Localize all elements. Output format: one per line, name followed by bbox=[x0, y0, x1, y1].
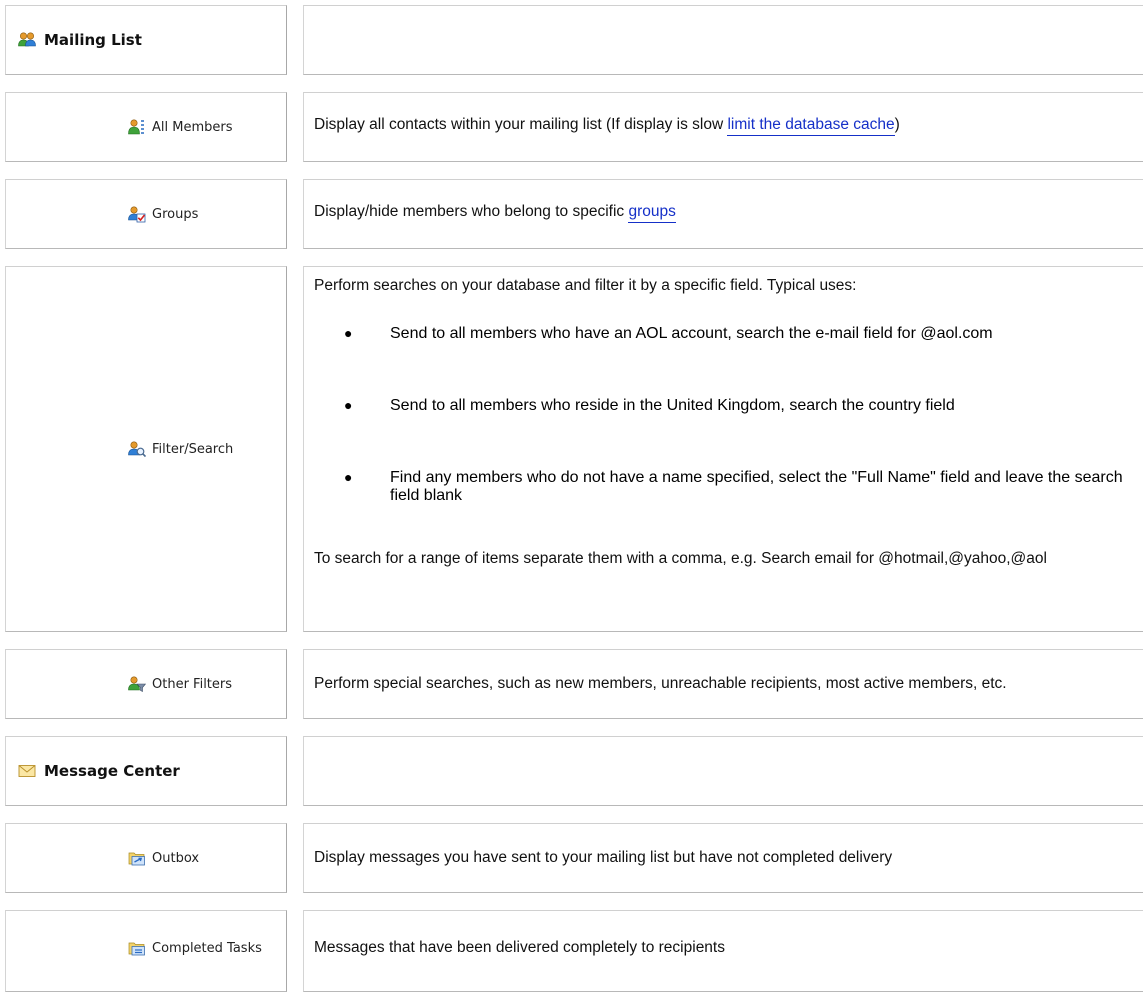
completed-folder-icon bbox=[128, 942, 145, 956]
filter-bullet-uk: ● Send to all members who reside in the … bbox=[344, 397, 1143, 415]
groups-desc-text: Display/hide members who belong to speci… bbox=[314, 202, 629, 220]
mailing-list-header-cell: Mailing List bbox=[5, 5, 287, 75]
completed-tasks-label: Completed Tasks bbox=[152, 940, 262, 956]
outbox-folder-icon bbox=[128, 852, 145, 866]
all-members-desc-close: ) bbox=[894, 115, 900, 133]
message-center-title: Message Center bbox=[44, 762, 180, 780]
people-icon bbox=[18, 32, 36, 47]
search-member-icon bbox=[128, 441, 146, 458]
groups-label-cell: Groups bbox=[5, 179, 287, 249]
bullet-icon: ● bbox=[344, 469, 353, 485]
other-filters-label: Other Filters bbox=[152, 676, 233, 692]
message-center-desc-cell bbox=[303, 736, 1143, 806]
completed-tasks-description: Messages that have been delivered comple… bbox=[314, 939, 725, 956]
outbox-row: Outbox Display messages you have sent to… bbox=[0, 823, 1143, 893]
all-members-desc-text: Display all contacts within your mailing… bbox=[314, 115, 728, 133]
all-members-item[interactable]: All Members bbox=[128, 118, 233, 136]
all-members-desc-cell: Display all contacts within your mailing… bbox=[303, 92, 1143, 162]
completed-tasks-item[interactable]: Completed Tasks bbox=[128, 939, 262, 957]
filter-search-intro: Perform searches on your database and fi… bbox=[314, 277, 857, 294]
other-filters-description: Perform special searches, such as new me… bbox=[314, 675, 1007, 692]
message-center-header-cell: Message Center bbox=[5, 736, 287, 806]
bullet-icon: ● bbox=[344, 397, 353, 413]
outbox-description: Display messages you have sent to your m… bbox=[314, 849, 893, 866]
outbox-label-cell: Outbox bbox=[5, 823, 287, 893]
filter-search-desc-cell: Perform searches on your database and fi… bbox=[303, 266, 1143, 632]
filter-member-icon bbox=[128, 676, 146, 692]
other-filters-row: Other Filters Perform special searches, … bbox=[0, 649, 1143, 719]
all-members-label-cell: All Members bbox=[5, 92, 287, 162]
outbox-desc-cell: Display messages you have sent to your m… bbox=[303, 823, 1143, 893]
other-filters-item[interactable]: Other Filters bbox=[128, 675, 232, 693]
groups-description: Display/hide members who belong to speci… bbox=[314, 201, 1141, 223]
filter-bullet-aol: ● Send to all members who have an AOL ac… bbox=[344, 325, 1143, 343]
groups-row: Groups Display/hide members who belong t… bbox=[0, 179, 1143, 249]
filter-search-item[interactable]: Filter/Search bbox=[128, 440, 233, 458]
filter-search-label: Filter/Search bbox=[152, 441, 234, 457]
member-list-icon bbox=[128, 119, 144, 135]
completed-tasks-desc-cell: Messages that have been delivered comple… bbox=[303, 910, 1143, 992]
outbox-label: Outbox bbox=[152, 850, 200, 866]
groups-link[interactable]: groups bbox=[628, 202, 676, 223]
bullet-text: Send to all members who have an AOL acco… bbox=[390, 325, 993, 342]
filter-search-label-cell: Filter/Search bbox=[5, 266, 287, 632]
mailing-list-title: Mailing List bbox=[44, 31, 142, 49]
filter-bullet-fullname: ● Find any members who do not have a nam… bbox=[344, 469, 1143, 505]
groups-label: Groups bbox=[152, 206, 199, 222]
filter-search-row: Filter/Search Perform searches on your d… bbox=[0, 266, 1143, 632]
mailing-list-header[interactable]: Mailing List bbox=[18, 31, 142, 49]
groups-item[interactable]: Groups bbox=[128, 205, 198, 223]
other-filters-label-cell: Other Filters bbox=[5, 649, 287, 719]
groups-icon bbox=[128, 206, 146, 223]
mailing-list-desc-cell bbox=[303, 5, 1143, 75]
message-center-row: Message Center bbox=[0, 736, 1143, 806]
bullet-text: Find any members who do not have a name … bbox=[390, 469, 1123, 504]
mailing-list-row: Mailing List bbox=[0, 5, 1143, 75]
all-members-description: Display all contacts within your mailing… bbox=[314, 114, 1141, 136]
groups-desc-cell: Display/hide members who belong to speci… bbox=[303, 179, 1143, 249]
all-members-row: All Members Display all contacts within … bbox=[0, 92, 1143, 162]
bullet-text: Send to all members who reside in the Un… bbox=[390, 397, 955, 414]
envelope-icon bbox=[18, 765, 36, 777]
all-members-label: All Members bbox=[152, 119, 233, 135]
outbox-item[interactable]: Outbox bbox=[128, 849, 199, 867]
message-center-header[interactable]: Message Center bbox=[18, 762, 180, 780]
filter-search-outro: To search for a range of items separate … bbox=[314, 550, 1047, 567]
completed-tasks-row: Completed Tasks Messages that have been … bbox=[0, 910, 1143, 992]
other-filters-desc-cell: Perform special searches, such as new me… bbox=[303, 649, 1143, 719]
limit-database-cache-link[interactable]: limit the database cache bbox=[727, 115, 895, 136]
completed-tasks-label-cell: Completed Tasks bbox=[5, 910, 287, 992]
bullet-icon: ● bbox=[344, 325, 353, 341]
